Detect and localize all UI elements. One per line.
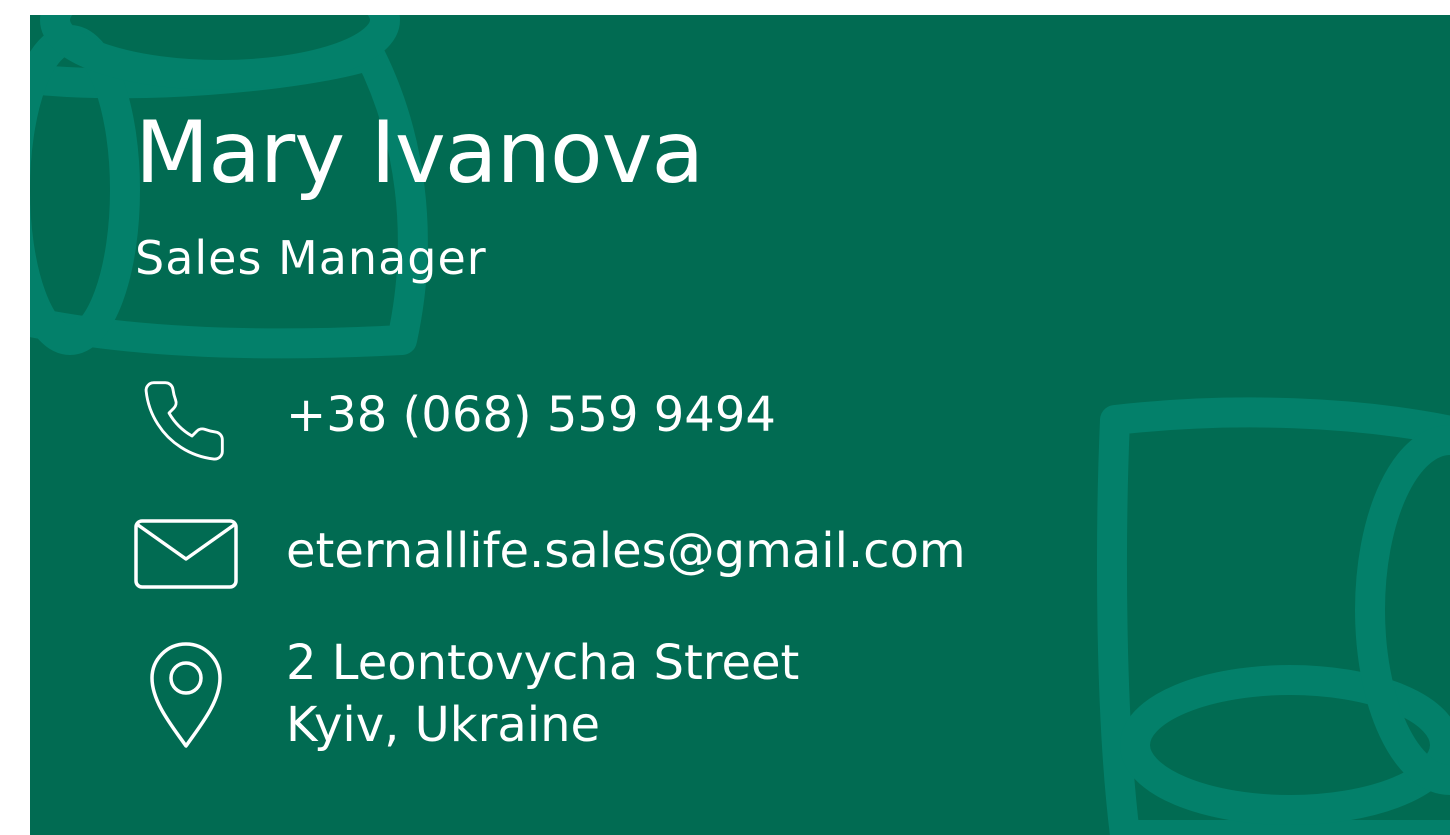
address-line-1: 2 Leontovycha Street bbox=[286, 635, 800, 691]
person-name: Mary Ivanova bbox=[135, 103, 704, 203]
postal-address: 2 Leontovycha Street Kyiv, Ukraine bbox=[286, 632, 799, 756]
job-title: Sales Manager bbox=[135, 231, 487, 285]
phone-number[interactable]: +38 (068) 559 9494 bbox=[286, 385, 776, 445]
phone-icon bbox=[138, 375, 230, 467]
map-pin-icon bbox=[148, 640, 224, 750]
email-address[interactable]: eternallife.sales@gmail.com bbox=[286, 521, 966, 581]
envelope-icon bbox=[134, 519, 238, 589]
business-card: Mary Ivanova Sales Manager +38 (068) 559… bbox=[30, 15, 1450, 835]
top-left-petal-horizontal bbox=[40, 15, 400, 90]
address-line-2: Kyiv, Ukraine bbox=[286, 697, 601, 753]
